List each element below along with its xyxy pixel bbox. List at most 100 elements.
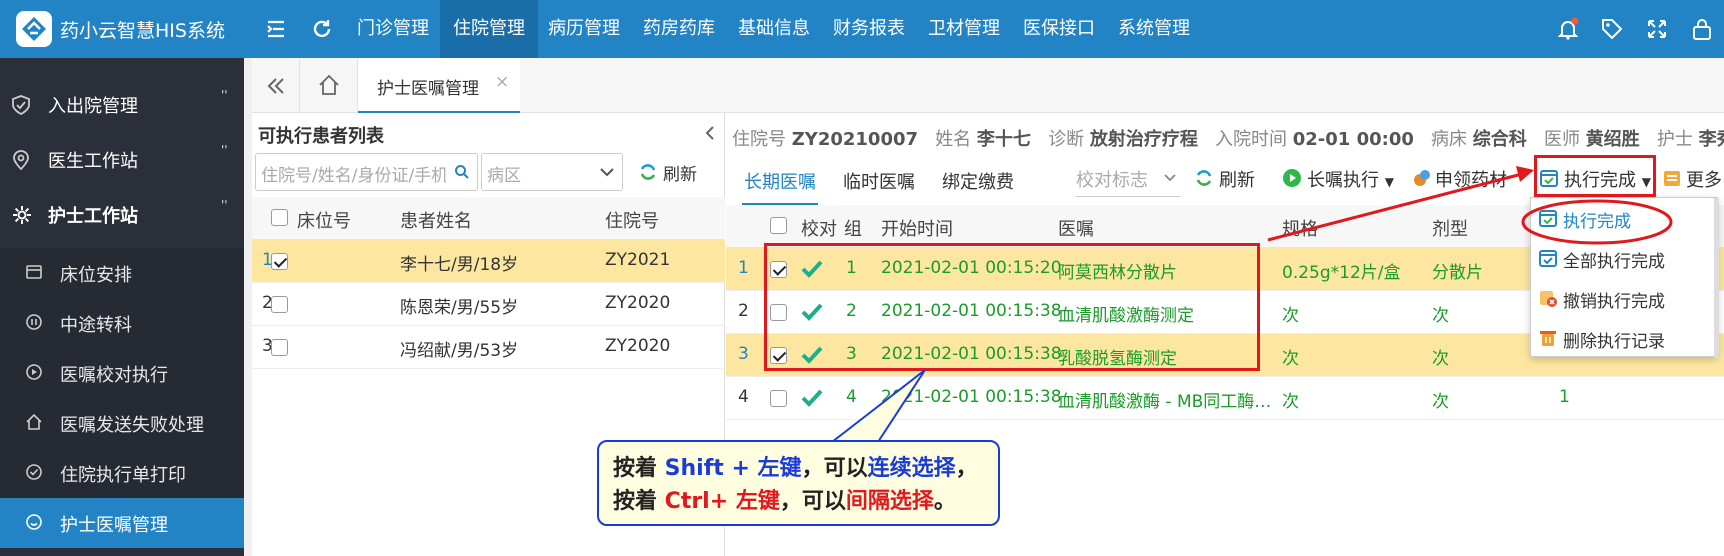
patient-name: 李十七/男/18岁	[400, 255, 519, 275]
tab-payment[interactable]: 绑定缴费	[940, 161, 1016, 205]
patient-search-input[interactable]: 住院号/姓名/身份证/手机	[255, 153, 478, 191]
menu-item-delete[interactable]: 删除执行记录	[1531, 318, 1719, 358]
header-name: 患者姓名	[400, 211, 472, 232]
tab-long-term[interactable]: 长期医嘱	[742, 161, 818, 205]
nav-finance[interactable]: 财务报表	[820, 0, 918, 58]
refresh-cycle-icon	[640, 164, 656, 180]
callout-text: 按着	[613, 456, 665, 481]
nav-system[interactable]: 系统管理	[1105, 0, 1203, 58]
callout-pointer	[831, 369, 926, 443]
menu-toggle-icon[interactable]	[264, 17, 288, 41]
order-refresh-button[interactable]: 刷新	[1194, 166, 1255, 192]
row-index: 3	[738, 344, 749, 364]
sidebar-group-admission[interactable]: 入出院管理 ''	[0, 76, 244, 132]
callout-key: Ctrl+ 左键	[664, 489, 780, 514]
menu-scrollbar[interactable]	[1714, 198, 1719, 358]
sidebar-group-nurse[interactable]: 护士工作站 ''	[0, 186, 244, 242]
menu-item-label: 删除执行记录	[1563, 332, 1665, 352]
menu-item-revoke[interactable]: 撤销执行完成	[1531, 278, 1719, 318]
ward-placeholder: 病区	[487, 166, 521, 186]
nav-supplies[interactable]: 卫材管理	[915, 0, 1013, 58]
row-checkbox[interactable]	[271, 296, 288, 313]
info-time: 02-01 00:00	[1292, 129, 1414, 150]
check-circle-icon	[26, 464, 42, 485]
form-cell: 次	[1432, 349, 1449, 369]
shield-icon	[12, 95, 30, 120]
bell-icon[interactable]	[1556, 17, 1580, 41]
more-label: 更多	[1686, 170, 1722, 191]
info-label: 医师	[1543, 129, 1580, 150]
nav-pharmacy[interactable]: 药房药库	[630, 0, 728, 58]
menu-item-label: 撤销执行完成	[1563, 292, 1665, 312]
nav-outpatient[interactable]: 门诊管理	[344, 0, 442, 58]
callout-text: 按着	[613, 489, 665, 514]
sidebar-item-bed[interactable]: 床位安排	[0, 248, 244, 298]
info-no: ZY20210007	[791, 129, 919, 150]
callout-text: ，	[955, 456, 978, 481]
sidebar-item-transfer[interactable]: 中途转科	[0, 298, 244, 348]
tab-label: 护士医嘱管理	[377, 79, 479, 99]
refresh-icon[interactable]	[310, 17, 334, 41]
row-checkbox[interactable]	[271, 339, 288, 356]
nav-inpatient[interactable]: 住院管理	[440, 0, 538, 58]
home-tab-icon[interactable]	[300, 58, 358, 113]
spec-cell: 次	[1282, 306, 1299, 326]
exec-done-annotation	[1534, 155, 1656, 197]
verify-placeholder: 校对标志	[1076, 170, 1148, 191]
left-refresh-button[interactable]: 刷新	[638, 153, 718, 191]
double-chevron-left-icon[interactable]	[252, 58, 300, 113]
nav-basic-info[interactable]: 基础信息	[725, 0, 823, 58]
fullscreen-icon[interactable]	[1645, 17, 1669, 41]
nav-records[interactable]: 病历管理	[535, 0, 633, 58]
selected-rows-annotation	[764, 243, 1260, 371]
sidebar-item-print[interactable]: 住院执行单打印	[0, 448, 244, 498]
header-bed: 床位号	[297, 211, 351, 232]
sidebar-item-verify[interactable]: 医嘱校对执行	[0, 348, 244, 398]
table-row[interactable]: 1 李十七/男/18岁 ZY2021	[252, 240, 725, 283]
chevron-down-icon	[600, 168, 614, 177]
patient-info-bar: 住院号 ZY20210007 姓名 李十七 诊断 放射治疗疗程 入院时间 02-…	[732, 125, 1724, 151]
close-icon[interactable]: ×	[495, 72, 509, 92]
tag-icon[interactable]	[1600, 17, 1624, 41]
spec-cell: 次	[1282, 349, 1299, 369]
info-name: 李十七	[976, 129, 1031, 150]
collapse-chevron-icon[interactable]	[704, 125, 716, 146]
patient-no: ZY2020	[605, 293, 671, 313]
refresh-label: 刷新	[663, 165, 697, 185]
nav-insurance[interactable]: 医保接口	[1010, 0, 1108, 58]
app-logo	[16, 11, 52, 47]
top-navbar: 药小云智慧HIS系统 门诊管理 住院管理 病历管理 药房药库 基础信息 财务报表…	[0, 0, 1724, 58]
tab-temporary[interactable]: 临时医嘱	[841, 161, 917, 205]
sidebar-item-nurse-orders[interactable]: 护士医嘱管理	[0, 498, 244, 548]
more-button[interactable]: 更多	[1662, 166, 1722, 192]
lock-icon[interactable]	[1690, 17, 1714, 41]
sidebar-item-label: 床位安排	[60, 265, 132, 286]
sidebar-group-label: 入出院管理	[48, 96, 138, 117]
info-bed: 综合科	[1472, 129, 1527, 150]
verify-flag-select[interactable]: 校对标志	[1076, 163, 1180, 197]
info-label: 姓名	[935, 129, 972, 150]
collapse-mark: ''	[221, 143, 228, 157]
patient-name: 陈恩荣/男/55岁	[400, 298, 519, 318]
pause-icon	[26, 314, 42, 335]
panel-title: 可执行患者列表	[258, 126, 384, 147]
callout-emphasis: 连续选择	[867, 456, 956, 481]
patient-table-header: 床位号 患者姓名 住院号	[252, 197, 725, 240]
tab-nurse-orders[interactable]: 护士医嘱管理 ×	[358, 58, 520, 113]
select-all-checkbox[interactable]	[770, 217, 787, 234]
sidebar-item-send-failure[interactable]: 医嘱发送失败处理	[0, 398, 244, 448]
info-diag: 放射治疗疗程	[1089, 129, 1198, 150]
form-cell: 次	[1432, 306, 1449, 326]
chevron-down-icon	[1164, 174, 1176, 182]
sidebar-group-doctor[interactable]: 医生工作站 ''	[0, 131, 244, 187]
ward-select[interactable]: 病区	[481, 153, 623, 191]
gear-icon	[12, 205, 32, 230]
table-row[interactable]: 2 陈恩荣/男/55岁 ZY2020	[252, 283, 725, 326]
sidebar-item-label: 医嘱校对执行	[60, 365, 168, 386]
table-row[interactable]: 3 冯绍献/男/53岁 ZY2020	[252, 326, 725, 369]
select-all-checkbox[interactable]	[271, 209, 288, 226]
callout-emphasis: 间隔选择	[845, 489, 934, 514]
annotation-arrow	[1267, 166, 1534, 242]
row-checkbox[interactable]	[271, 253, 288, 270]
sidebar: 入出院管理 '' 医生工作站 '' 护士工作站 '' 床位安排 中途转科 医嘱校…	[0, 58, 244, 556]
